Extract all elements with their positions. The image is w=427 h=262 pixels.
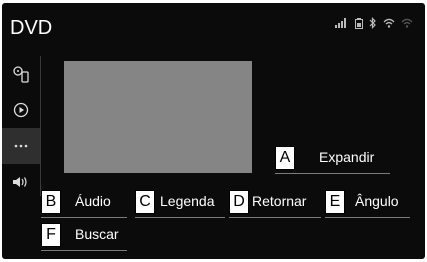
sidebar-item-sound[interactable] — [2, 164, 40, 200]
callout-key: A — [275, 146, 295, 170]
status-bar — [335, 17, 413, 29]
search-button[interactable]: F Buscar — [41, 223, 127, 251]
expand-label: Expandir — [319, 149, 375, 165]
search-label: Buscar — [75, 226, 119, 242]
subtitle-button[interactable]: C Legenda — [135, 190, 225, 218]
audio-button[interactable]: B Áudio — [41, 190, 127, 218]
divider — [135, 217, 225, 218]
sidebar-divider — [40, 56, 41, 196]
sidebar — [2, 56, 40, 200]
callout-key: F — [41, 223, 61, 247]
sidebar-item-source[interactable] — [2, 56, 40, 92]
disc-phone-icon — [13, 66, 29, 83]
subtitle-label: Legenda — [160, 193, 215, 209]
sidebar-item-more[interactable] — [2, 128, 40, 164]
expand-button[interactable]: A Expandir — [275, 146, 390, 174]
callout-key: D — [229, 190, 249, 214]
play-circle-icon — [13, 102, 29, 118]
callout-key: C — [135, 190, 155, 214]
divider — [325, 217, 410, 218]
back-label: Retornar — [252, 193, 307, 209]
callout-key: B — [41, 190, 61, 214]
divider — [229, 217, 321, 218]
angle-button[interactable]: E Ângulo — [325, 190, 410, 218]
wifi-disabled-icon — [401, 18, 413, 28]
divider — [41, 217, 127, 218]
divider — [41, 250, 127, 251]
signal-icon — [335, 18, 346, 28]
dvd-screen: DVD A Expandir B Áudio C Legenda D Retor… — [2, 3, 425, 259]
more-icon — [14, 144, 28, 148]
page-title: DVD — [10, 17, 53, 39]
angle-label: Ângulo — [355, 193, 399, 209]
battery-icon — [355, 17, 363, 29]
divider — [275, 173, 390, 174]
wifi-icon — [383, 18, 395, 28]
speaker-icon — [13, 177, 27, 187]
video-area[interactable] — [64, 61, 252, 173]
audio-label: Áudio — [75, 193, 111, 209]
back-button[interactable]: D Retornar — [229, 190, 321, 218]
callout-key: E — [325, 190, 345, 214]
bluetooth-icon — [369, 17, 376, 29]
sidebar-item-play[interactable] — [2, 92, 40, 128]
